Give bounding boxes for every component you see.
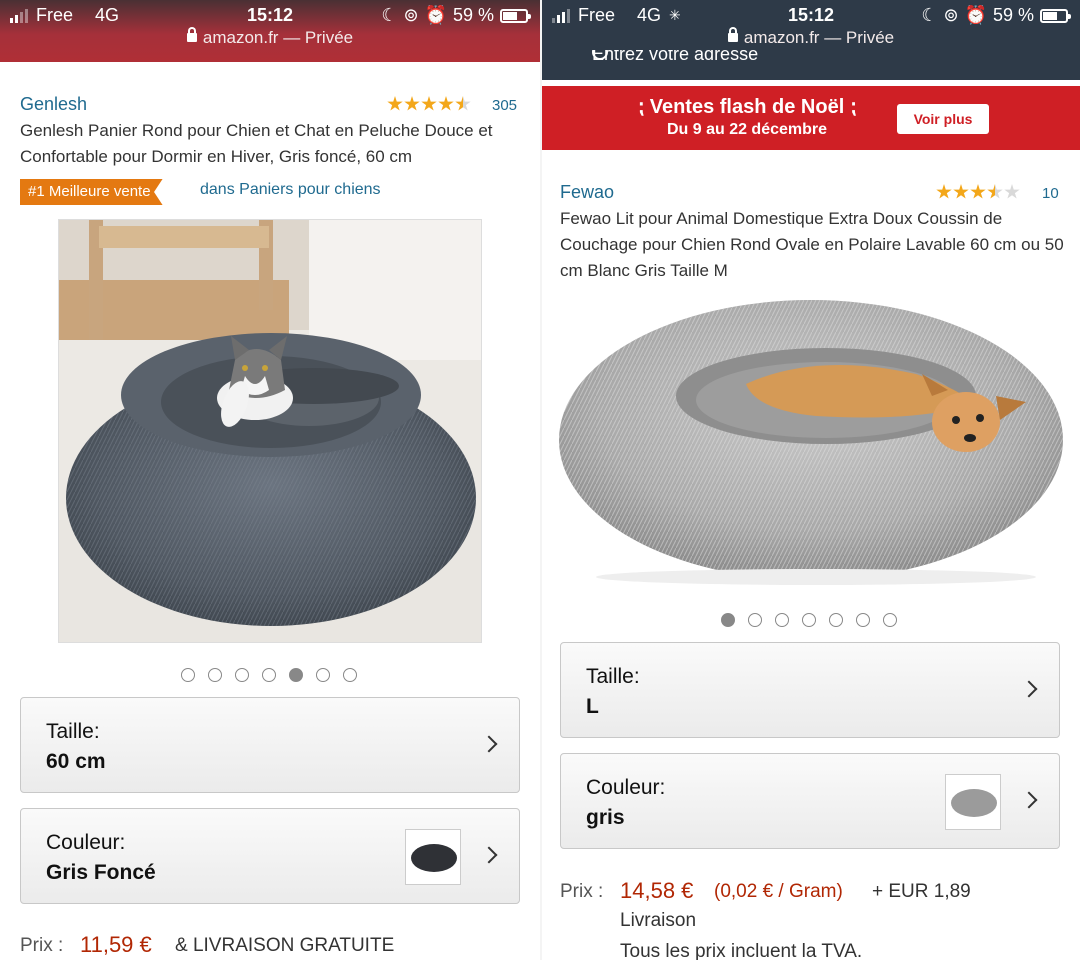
promo-subtitle: Du 9 au 22 décembre <box>666 121 828 138</box>
promo-title: ⁏ Ventes flash de Noël ⁏ <box>637 96 857 118</box>
product-image[interactable] <box>58 219 482 643</box>
product-title: Genlesh Panier Rond pour Chien et Chat e… <box>20 121 493 166</box>
address-prompt: Entrez votre adresse <box>592 50 759 64</box>
delivery-address-bar[interactable]: Entrez votre adresse <box>542 50 1080 80</box>
bestseller-badge: #1 Meilleure vente <box>20 179 163 205</box>
moon-icon: ☾ <box>381 5 398 25</box>
carousel-dot[interactable] <box>748 613 762 627</box>
shipping-note: Livraison <box>620 910 697 931</box>
lock-icon <box>186 27 197 42</box>
status-bar: Free 4G 15:12 ☾ ⊚ ⏰ 59 % amazon.fr — Pri… <box>0 0 540 62</box>
price-label: Prix : <box>20 935 64 956</box>
product-image[interactable] <box>556 292 1066 592</box>
brand-link[interactable]: Fewao <box>560 182 614 203</box>
price-amount: 11,59 € <box>80 932 152 957</box>
carousel-dot[interactable] <box>289 668 303 682</box>
star-icon <box>421 96 437 111</box>
carousel-dot[interactable] <box>775 613 789 627</box>
size-selector[interactable]: Taille: 60 cm <box>20 697 520 793</box>
alarm-icon: ⏰ <box>424 5 447 25</box>
color-value: Gris Foncé <box>46 861 156 884</box>
carousel-dot[interactable] <box>802 613 816 627</box>
price-amount: 14,58 € <box>620 878 694 903</box>
size-value: 60 cm <box>46 750 106 773</box>
size-value: L <box>586 695 599 718</box>
carousel-dot[interactable] <box>262 668 276 682</box>
review-count[interactable]: 305 <box>492 97 517 114</box>
unit-price: (0,02 € / Gram) <box>714 881 843 902</box>
see-more-button[interactable]: Voir plus <box>897 104 989 134</box>
image-carousel-dots[interactable] <box>181 668 357 682</box>
size-label: Taille: <box>46 720 100 743</box>
carousel-dot[interactable] <box>883 613 897 627</box>
star-icon <box>387 96 403 111</box>
product-title: Fewao Lit pour Animal Domestique Extra D… <box>560 209 1064 280</box>
brand-link[interactable]: Genlesh <box>20 94 87 115</box>
right-screenshot: Free 4G ✳ 15:12 ☾ ⊚ ⏰ 59 % amazon.fr — P… <box>542 0 1080 960</box>
carousel-dot[interactable] <box>208 668 222 682</box>
star-icon <box>1004 184 1020 199</box>
tax-note: Tous les prix incluent la TVA. <box>620 941 863 960</box>
review-count[interactable]: 10 <box>1042 185 1059 202</box>
lock-icon <box>727 27 738 42</box>
chevron-right-icon <box>1020 680 1038 698</box>
star-icon <box>936 184 952 199</box>
chevron-right-icon <box>480 846 498 864</box>
moon-icon: ☾ <box>921 5 938 25</box>
carousel-dot[interactable] <box>316 668 330 682</box>
url-private: — Privée <box>819 28 895 47</box>
cat-bed-illustration <box>59 220 481 642</box>
star-rating[interactable] <box>387 96 471 112</box>
carousel-dot[interactable] <box>343 668 357 682</box>
battery-icon <box>500 8 531 23</box>
color-selector[interactable]: Couleur: gris <box>560 753 1060 849</box>
shipping-text: & LIVRAISON GRATUITE <box>175 935 395 956</box>
size-label: Taille: <box>586 665 640 688</box>
star-icon <box>953 184 969 199</box>
promo-banner[interactable]: ⁏ Ventes flash de Noël ⁏ Du 9 au 22 déce… <box>542 86 1080 150</box>
chevron-right-icon <box>1020 791 1038 809</box>
color-label: Couleur: <box>46 831 126 854</box>
status-bar: Free 4G ✳ 15:12 ☾ ⊚ ⏰ 59 % amazon.fr — P… <box>542 0 1080 80</box>
battery-icon <box>1040 8 1071 23</box>
url-bar[interactable]: amazon.fr — Privée <box>0 27 540 48</box>
carousel-dot[interactable] <box>181 668 195 682</box>
star-icon <box>455 96 471 111</box>
orientation-lock-icon: ⊚ <box>943 5 959 25</box>
color-label: Couleur: <box>586 776 666 799</box>
color-value: gris <box>586 806 625 829</box>
price-label: Prix : <box>560 881 604 902</box>
orientation-lock-icon: ⊚ <box>403 5 419 25</box>
shipping-cost: + EUR 1,89 <box>872 881 971 902</box>
color-selector[interactable]: Couleur: Gris Foncé <box>20 808 520 904</box>
battery-percent: 59 % <box>452 5 494 25</box>
battery-percent: 59 % <box>992 5 1034 25</box>
carousel-dot[interactable] <box>721 613 735 627</box>
star-icon <box>404 96 420 111</box>
chevron-right-icon <box>480 735 498 753</box>
carousel-dot[interactable] <box>235 668 249 682</box>
url-domain: amazon.fr <box>202 28 279 47</box>
color-swatch-thumbnail <box>945 774 1001 830</box>
star-icon <box>987 184 1003 199</box>
alarm-icon: ⏰ <box>964 5 987 25</box>
left-screenshot: Free 4G 15:12 ☾ ⊚ ⏰ 59 % amazon.fr — Pri… <box>0 0 540 960</box>
carousel-dot[interactable] <box>829 613 843 627</box>
star-rating[interactable] <box>936 184 1020 200</box>
star-icon <box>970 184 986 199</box>
star-icon <box>438 96 454 111</box>
size-selector[interactable]: Taille: L <box>560 642 1060 738</box>
bestseller-category-link[interactable]: dans Paniers pour chiens <box>200 181 381 199</box>
dog-bed-illustration <box>556 292 1066 592</box>
url-bar[interactable]: amazon.fr — Privée <box>542 27 1080 48</box>
carousel-dot[interactable] <box>856 613 870 627</box>
url-domain: amazon.fr <box>743 28 820 47</box>
url-private: — Privée <box>278 28 354 47</box>
color-swatch-thumbnail <box>405 829 461 885</box>
image-carousel-dots[interactable] <box>721 613 897 627</box>
